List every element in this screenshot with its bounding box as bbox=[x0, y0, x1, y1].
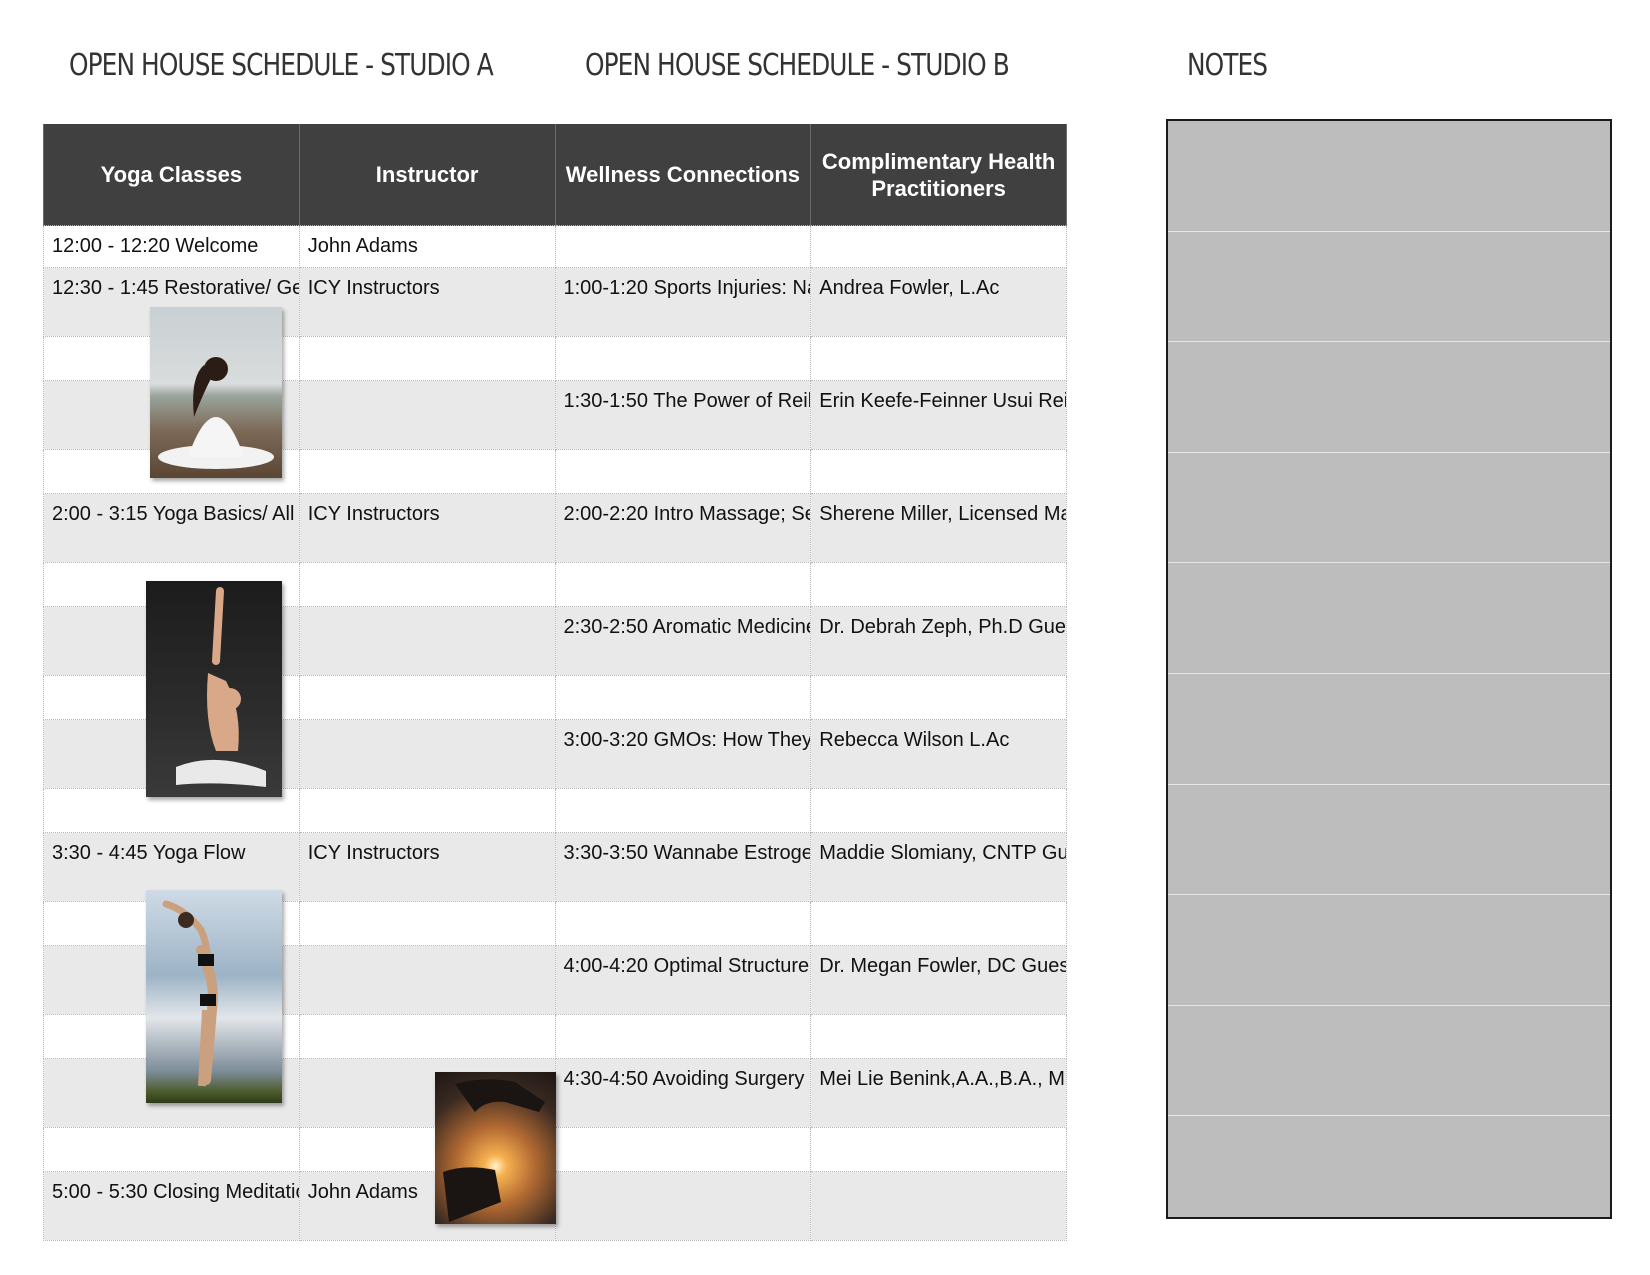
instructor-cell bbox=[298, 1014, 556, 1059]
wellness-connection-cell: 3:30-3:50 Wannabe Estrogens bbox=[554, 832, 812, 902]
notes-line[interactable] bbox=[1168, 785, 1610, 896]
yoga-class-cell: 12:00 - 12:20 Welcome bbox=[43, 225, 300, 268]
yoga-class-cell bbox=[43, 1127, 300, 1172]
notes-line[interactable] bbox=[1168, 895, 1610, 1006]
practitioner-cell bbox=[810, 336, 1067, 381]
instructor-cell bbox=[298, 901, 556, 946]
practitioner-cell: Dr. Megan Fowler, DC Guest Speaker bbox=[810, 945, 1067, 1015]
wellness-connection-cell bbox=[554, 562, 812, 607]
practitioner-cell: Dr. Debrah Zeph, Ph.D Guest Speaer bbox=[810, 606, 1067, 676]
notes-line[interactable] bbox=[1168, 563, 1610, 674]
instructor-cell bbox=[298, 788, 556, 833]
practitioner-cell bbox=[810, 1014, 1067, 1059]
meditating-woman-figure bbox=[158, 357, 274, 469]
wellness-connection-cell bbox=[554, 1014, 812, 1059]
instructor-cell: ICY Instructors bbox=[298, 832, 556, 902]
instructor-cell: ICY Instructors bbox=[298, 493, 556, 563]
notes-line[interactable] bbox=[1168, 453, 1610, 564]
backbend-woman-photo bbox=[146, 890, 282, 1103]
practitioner-cell: Maddie Slomiany, CNTP Guest Speaker bbox=[810, 832, 1067, 902]
practitioner-cell bbox=[810, 788, 1067, 833]
practitioner-cell: Mei Lie Benink,A.A.,B.A., MSOM.,Dipl.O.M… bbox=[810, 1058, 1067, 1128]
practitioner-cell bbox=[810, 1171, 1067, 1241]
header-yoga-classes: Yoga Classes bbox=[43, 124, 300, 226]
practitioner-cell bbox=[810, 1127, 1067, 1172]
practitioner-cell bbox=[810, 562, 1067, 607]
instructor-cell bbox=[298, 719, 556, 789]
wellness-connection-cell: 1:00-1:20 Sports Injuries: Natural Treat… bbox=[554, 267, 812, 337]
notes-heading: NOTES bbox=[1187, 48, 1268, 83]
practitioner-cell: Sherene Miller, Licensed Massage Therapi… bbox=[810, 493, 1067, 563]
wellness-connection-cell bbox=[554, 788, 812, 833]
practitioner-cell bbox=[810, 449, 1067, 494]
wellness-connection-cell: 2:30-2:50 Aromatic Medicine at Its Best bbox=[554, 606, 812, 676]
stretching-man-photo bbox=[146, 581, 282, 797]
yoga-class-cell: 2:00 - 3:15 Yoga Basics/ All Levels bbox=[43, 493, 300, 563]
wellness-connection-cell bbox=[554, 1127, 812, 1172]
practitioner-cell: Erin Keefe-Feinner Usui Reiki Master bbox=[810, 380, 1067, 450]
wellness-connection-cell bbox=[554, 336, 812, 381]
table-row: 2:00 - 3:15 Yoga Basics/ All LevelsICY I… bbox=[43, 493, 1067, 563]
wellness-connection-cell: 4:00-4:20 Optimal Structure and Function bbox=[554, 945, 812, 1015]
notes-line[interactable] bbox=[1168, 1006, 1610, 1117]
instructor-cell: John Adams bbox=[298, 225, 556, 268]
notes-line[interactable] bbox=[1168, 121, 1610, 232]
header-wellness-connections: Wellness Connections bbox=[554, 124, 812, 226]
instructor-cell bbox=[298, 449, 556, 494]
instructor-cell bbox=[298, 606, 556, 676]
hand-silhouette-figure bbox=[443, 1079, 545, 1222]
notes-box[interactable] bbox=[1166, 119, 1612, 1219]
wellness-connection-cell bbox=[554, 901, 812, 946]
stretching-man-figure bbox=[176, 587, 266, 787]
header-row: Yoga Classes Instructor Wellness Connect… bbox=[43, 124, 1067, 226]
wellness-connection-cell: 1:30-1:50 The Power of Reiki bbox=[554, 380, 812, 450]
wellness-connection-cell bbox=[554, 675, 812, 720]
notes-line[interactable] bbox=[1168, 232, 1610, 343]
instructor-cell bbox=[298, 336, 556, 381]
backbend-woman-figure bbox=[162, 900, 218, 1087]
studio-a-heading: OPEN HOUSE SCHEDULE - STUDIO A bbox=[69, 48, 494, 83]
notes-line[interactable] bbox=[1168, 1116, 1610, 1227]
wellness-connection-cell bbox=[554, 225, 812, 268]
instructor-cell bbox=[298, 945, 556, 1015]
instructor-cell bbox=[298, 675, 556, 720]
header-instructor: Instructor bbox=[298, 124, 556, 226]
wellness-connection-cell bbox=[554, 1171, 812, 1241]
singing-bowl-sunset-photo bbox=[435, 1072, 556, 1224]
notes-line[interactable] bbox=[1168, 674, 1610, 785]
instructor-cell bbox=[298, 380, 556, 450]
meditation-photo bbox=[150, 307, 282, 478]
wellness-connection-cell: 3:00-3:20 GMOs: How They Affect Us All bbox=[554, 719, 812, 789]
wellness-connection-cell: 2:00-2:20 Intro Massage; Secrets of the … bbox=[554, 493, 812, 563]
wellness-connection-cell: 4:30-4:50 Avoiding Surgery with Acupunct… bbox=[554, 1058, 812, 1128]
instructor-cell: ICY Instructors bbox=[298, 267, 556, 337]
yoga-class-cell: 5:00 - 5:30 Closing Meditation:Singing B… bbox=[43, 1171, 300, 1241]
wellness-connection-cell bbox=[554, 449, 812, 494]
practitioner-cell bbox=[810, 225, 1067, 268]
practitioner-cell bbox=[810, 901, 1067, 946]
studio-b-heading: OPEN HOUSE SCHEDULE - STUDIO B bbox=[585, 48, 1010, 83]
instructor-cell bbox=[298, 562, 556, 607]
practitioner-cell: Andrea Fowler, L.Ac bbox=[810, 267, 1067, 337]
table-row: 12:00 - 12:20 Welcome John Adams bbox=[43, 225, 1067, 268]
notes-line[interactable] bbox=[1168, 342, 1610, 453]
header-health-practitioners: Complimentary Health Practitioners bbox=[810, 124, 1067, 226]
practitioner-cell: Rebecca Wilson L.Ac bbox=[810, 719, 1067, 789]
practitioner-cell bbox=[810, 675, 1067, 720]
